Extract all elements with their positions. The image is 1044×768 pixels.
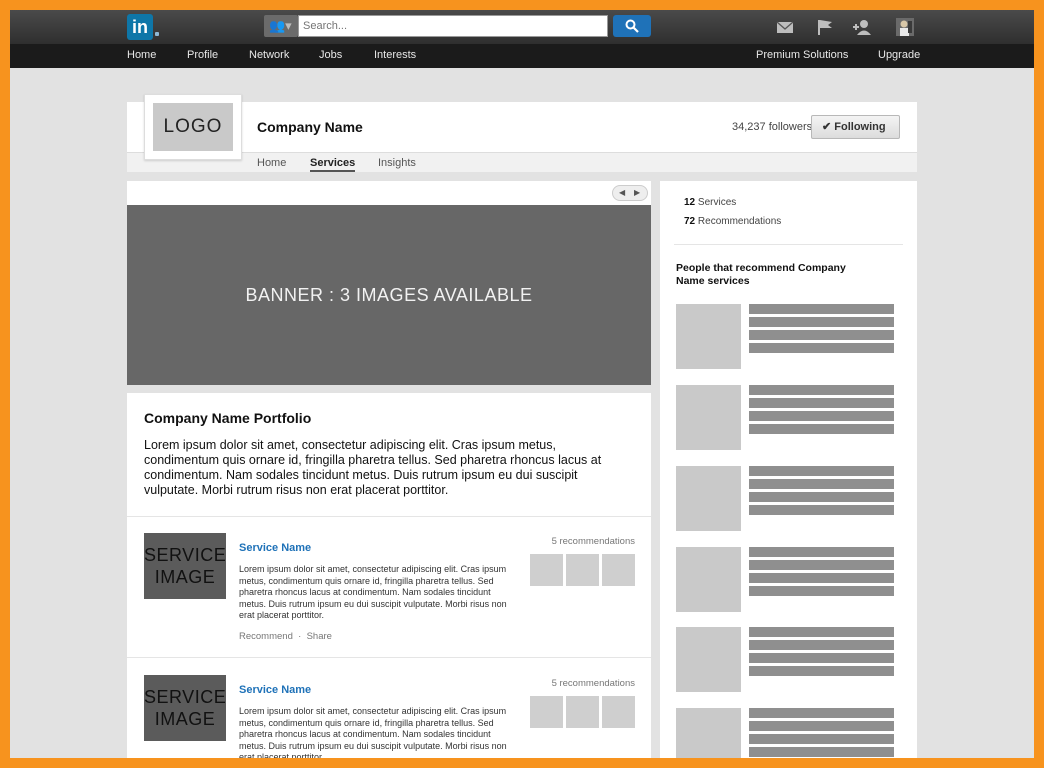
browser-frame: in 👥▾ Search... Home Profile Network Job… [10,10,1034,758]
divider [127,516,651,517]
portfolio-description: Lorem ipsum dolor sit amet, consectetur … [144,438,602,497]
recommender-line [749,411,894,421]
recommender-photo[interactable] [676,304,741,369]
following-button[interactable]: ✔ Following [811,115,900,139]
recommender-line [749,479,894,489]
service-name-link[interactable]: Service Name [239,542,311,554]
top-bar: in 👥▾ [10,10,1034,44]
recommender-line [749,653,894,663]
services-stat[interactable]: 12 Services [684,197,736,208]
tab-services[interactable]: Services [310,157,356,172]
nav-jobs[interactable]: Jobs [319,49,342,61]
service-image[interactable]: SERVICE IMAGE [144,675,226,741]
recommender-thumbnail[interactable] [602,696,635,728]
tab-home[interactable]: Home [257,157,286,169]
following-label: Following [834,121,886,133]
flag-icon[interactable] [816,18,834,36]
recommender-photo[interactable] [676,627,741,692]
recommender-photo[interactable] [676,385,741,450]
recommender-line [749,547,894,557]
nav-profile[interactable]: Profile [187,49,218,61]
section-gap [127,385,651,393]
people-icon: 👥▾ [269,18,292,33]
recommender-thumbnail[interactable] [566,554,599,586]
banner-pager[interactable]: ◀ ▶ [612,185,648,201]
recommender-line [749,747,894,757]
recommender-line [749,505,894,515]
chevron-left-icon[interactable]: ◀ [619,188,625,197]
recommender-line [749,586,894,596]
recommender-line [749,385,894,395]
nav-upgrade[interactable]: Upgrade [878,49,920,61]
linkedin-logo[interactable]: in [127,14,153,40]
people-filter-button[interactable]: 👥▾ [264,15,298,37]
recommender-line [749,627,894,637]
portfolio-title: Company Name Portfolio [144,410,312,426]
profile-avatar-icon[interactable] [896,18,914,36]
nav-premium-solutions[interactable]: Premium Solutions [756,49,848,61]
recommender-line [749,424,894,434]
recommender-thumbnail[interactable] [530,696,563,728]
service-image[interactable]: SERVICE IMAGE [144,533,226,599]
recommender-thumbnail[interactable] [602,554,635,586]
recommender-line [749,398,894,408]
recommender-line [749,734,894,744]
divider [127,657,651,658]
recommendations-count[interactable]: 5 recommendations [530,678,635,689]
recommender-photo[interactable] [676,708,741,758]
followers-count: 34,237 followers [732,121,813,133]
chevron-right-icon[interactable]: ▶ [634,188,640,197]
company-name[interactable]: Company Name [257,119,363,135]
service-description: Lorem ipsum dolor sit amet, consectetur … [239,564,507,620]
company-logo: LOGO [153,103,233,151]
recommender-line [749,330,894,340]
recommender-line [749,560,894,570]
recommenders-title: People that recommend Company Name servi… [676,262,846,287]
recommender-line [749,317,894,327]
share-link[interactable]: Share [307,631,332,642]
recommendations-stat[interactable]: 72 Recommendations [684,216,781,227]
divider [674,244,903,245]
linkedin-logo-dot [155,32,159,36]
recommend-link[interactable]: Recommend [239,631,293,642]
main-nav: Home Profile Network Jobs Interests Prem… [10,44,1034,68]
recommendations-total: 72 [684,216,696,227]
service-actions: Recommend · Share [239,631,332,642]
search-icon [625,19,639,33]
recommender-line [749,640,894,650]
recommender-line [749,708,894,718]
service-name-link[interactable]: Service Name [239,684,311,696]
search-input[interactable] [298,15,608,37]
services-count: 12 [684,197,696,208]
recommendations-label: Recommendations [697,216,782,227]
recommender-line [749,466,894,476]
company-header-card [127,102,917,172]
recommender-line [749,666,894,676]
nav-network[interactable]: Network [249,49,289,61]
nav-home[interactable]: Home [127,49,156,61]
recommender-line [749,573,894,583]
services-label: Services [697,197,737,208]
tab-insights[interactable]: Insights [378,157,416,169]
recommender-line [749,721,894,731]
recommender-line [749,343,894,353]
dot-separator: · [295,631,304,642]
company-logo-frame: LOGO [144,94,242,160]
recommender-photo[interactable] [676,547,741,612]
checkmark-icon: ✔ [822,121,832,133]
recommendations-count[interactable]: 5 recommendations [530,536,635,547]
add-connection-icon[interactable] [853,18,871,36]
mail-icon[interactable] [776,18,794,36]
recommender-line [749,304,894,314]
service-description: Lorem ipsum dolor sit amet, consectetur … [239,706,507,758]
nav-interests[interactable]: Interests [374,49,416,61]
banner-image: BANNER : 3 IMAGES AVAILABLE [127,205,651,385]
search-button[interactable] [613,15,651,37]
recommender-photo[interactable] [676,466,741,531]
recommender-thumbnail[interactable] [566,696,599,728]
recommender-thumbnail[interactable] [530,554,563,586]
recommender-line [749,492,894,502]
company-subnav-bar [127,152,917,172]
